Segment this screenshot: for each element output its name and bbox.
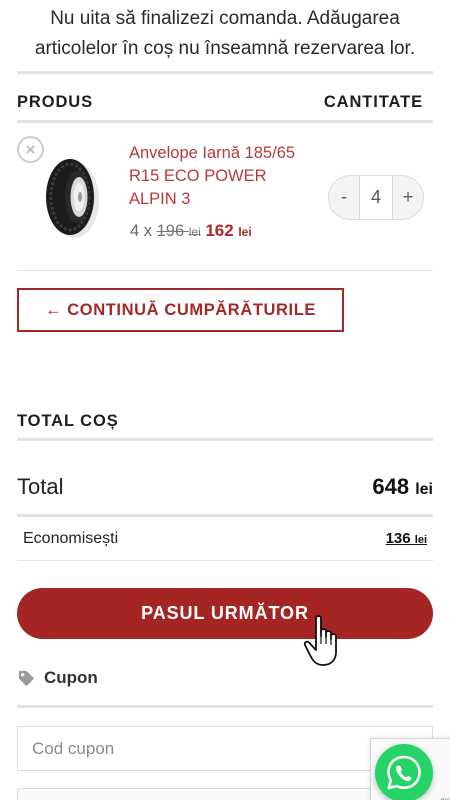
new-price: 162 — [205, 221, 234, 240]
total-amount: 648 — [372, 474, 410, 499]
old-price-value: 196 — [156, 222, 185, 240]
divider-top — [17, 71, 433, 74]
tire-image[interactable] — [42, 156, 100, 240]
total-label: Total — [17, 474, 64, 499]
divider-item — [17, 270, 433, 271]
coupon-heading: Cupon — [17, 668, 98, 688]
old-price-currency: lei — [188, 225, 201, 239]
product-price: 4 x 196 lei 162 lei — [130, 221, 252, 241]
quantity-input[interactable]: 4 — [359, 176, 393, 219]
next-step-button[interactable]: PASUL URMĂTOR — [17, 588, 433, 639]
cart-totals-title: TOTAL COȘ — [17, 412, 119, 430]
col-header-quantity: CANTITATE — [323, 93, 423, 111]
whatsapp-icon — [387, 755, 421, 790]
new-price-currency: lei — [238, 225, 252, 239]
remove-item-button[interactable]: × — [17, 136, 44, 163]
product-name-link[interactable]: Anvelope Iarnă 185/65 R15 ECO POWER ALPI… — [129, 142, 299, 211]
coupon-label: Cupon — [44, 668, 98, 687]
savings-label: Economisești — [23, 530, 119, 547]
recaptcha-terms[interactable]: ms — [440, 796, 450, 800]
quantity-increase-button[interactable]: + — [393, 187, 423, 209]
tag-icon — [18, 670, 35, 686]
quantity-stepper: - 4 + — [328, 175, 424, 220]
savings-currency: lei — [414, 534, 427, 546]
divider-totals — [17, 438, 433, 441]
divider-savings — [17, 560, 433, 561]
savings-amount: 136 — [385, 530, 411, 547]
divider-total — [17, 514, 433, 517]
hand-pointer-icon — [303, 615, 337, 666]
total-currency: lei — [415, 481, 433, 498]
quantity-decrease-button[interactable]: - — [329, 187, 359, 209]
divider-coupon — [17, 705, 433, 708]
col-header-product: PRODUS — [17, 93, 93, 111]
continue-shopping-button[interactable]: ← CONTINUĂ CUMPĂRĂTURILE — [17, 288, 344, 332]
divider-header — [17, 120, 433, 123]
whatsapp-button[interactable] — [375, 744, 433, 800]
qty-prefix: 4 x — [130, 222, 153, 240]
total-value: 648 lei — [372, 474, 433, 500]
savings-value: 136 lei — [386, 530, 427, 547]
cart-notice: Nu uita să finalizezi comanda. Adăugarea… — [34, 8, 416, 59]
old-price: 196 lei — [157, 222, 201, 240]
